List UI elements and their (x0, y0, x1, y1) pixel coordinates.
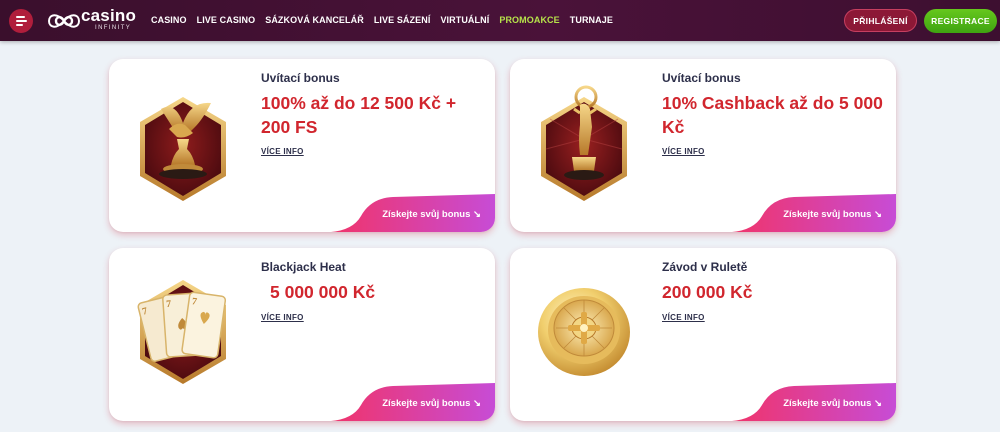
logo-subtitle: INFINITY (95, 25, 132, 31)
infinity-icon (47, 14, 81, 28)
more-info-link[interactable]: VÍCE INFO (261, 313, 304, 322)
nav-sportsbook[interactable]: SÁZKOVÁ KANCELÁŘ (265, 15, 364, 25)
get-bonus-button[interactable]: Získejte svůj bonus ↘ (331, 194, 495, 232)
winged-lion-trophy-icon (140, 97, 226, 201)
promo-card-blackjack-heat[interactable]: 7 7 7 Blackjack Heat 5 000 000 Kč VÍCE I… (109, 248, 495, 421)
casino-infinity-logo[interactable]: casino INFINITY (47, 6, 139, 34)
get-bonus-label: Získejte svůj bonus ↘ (783, 398, 882, 409)
get-bonus-label: Získejte svůj bonus ↘ (783, 209, 882, 220)
login-button[interactable]: PŘIHLÁŠENÍ (844, 9, 917, 32)
promo-label: Blackjack Heat (261, 260, 346, 274)
get-bonus-label: Získejte svůj bonus ↘ (382, 398, 481, 409)
promo-label: Uvítací bonus (261, 71, 340, 85)
get-bonus-button[interactable]: Získejte svůj bonus ↘ (331, 383, 495, 421)
nav-live-casino[interactable]: LIVE CASINO (197, 15, 256, 25)
promo-card-roulette-race[interactable]: Závod v Ruletě 200 000 Kč VÍCE INFO Získ… (510, 248, 896, 421)
playing-cards-icon: 7 7 7 (137, 280, 227, 384)
promo-label: Závod v Ruletě (662, 260, 748, 274)
hamburger-menu-icon[interactable] (9, 9, 33, 33)
get-bonus-label: Získejte svůj bonus ↘ (382, 209, 481, 220)
get-bonus-button[interactable]: Získejte svůj bonus ↘ (732, 194, 896, 232)
promo-card-welcome-bonus[interactable]: Uvítací bonus 100% až do 12 500 Kč + 200… (109, 59, 495, 232)
promo-amount: 5 000 000 Kč (270, 282, 376, 302)
get-bonus-button[interactable]: Získejte svůj bonus ↘ (732, 383, 896, 421)
nav-tournaments[interactable]: TURNAJE (570, 15, 613, 25)
nav-virtual[interactable]: VIRTUÁLNÍ (440, 15, 489, 25)
top-navigation-bar: casino INFINITY CASINO LIVE CASINO SÁZKO… (0, 0, 1000, 41)
promo-amount: 100% až do 12 500 Kč + 200 FS (261, 93, 457, 137)
nav-promotions[interactable]: PROMOAKCE (499, 15, 559, 25)
promo-card-cashback[interactable]: Uvítací bonus 10% Cashback až do 5 000 K… (510, 59, 896, 232)
more-info-link[interactable]: VÍCE INFO (662, 313, 705, 322)
more-info-link[interactable]: VÍCE INFO (662, 147, 705, 156)
nav-casino[interactable]: CASINO (151, 15, 187, 25)
promo-label: Uvítací bonus (662, 71, 741, 85)
register-button[interactable]: REGISTRACE (924, 9, 997, 33)
promo-amount: 10% Cashback až do 5 000 Kč (662, 93, 883, 137)
golden-statue-trophy-icon (541, 85, 627, 201)
promo-amount: 200 000 Kč (662, 282, 753, 302)
roulette-wheel-icon (538, 288, 630, 376)
more-info-link[interactable]: VÍCE INFO (261, 147, 304, 156)
nav-live-betting[interactable]: LIVE SÁZENÍ (374, 15, 431, 25)
main-navigation: CASINO LIVE CASINO SÁZKOVÁ KANCELÁŘ LIVE… (151, 15, 623, 25)
svg-text:7: 7 (166, 299, 172, 310)
logo-word: casino (81, 6, 137, 25)
